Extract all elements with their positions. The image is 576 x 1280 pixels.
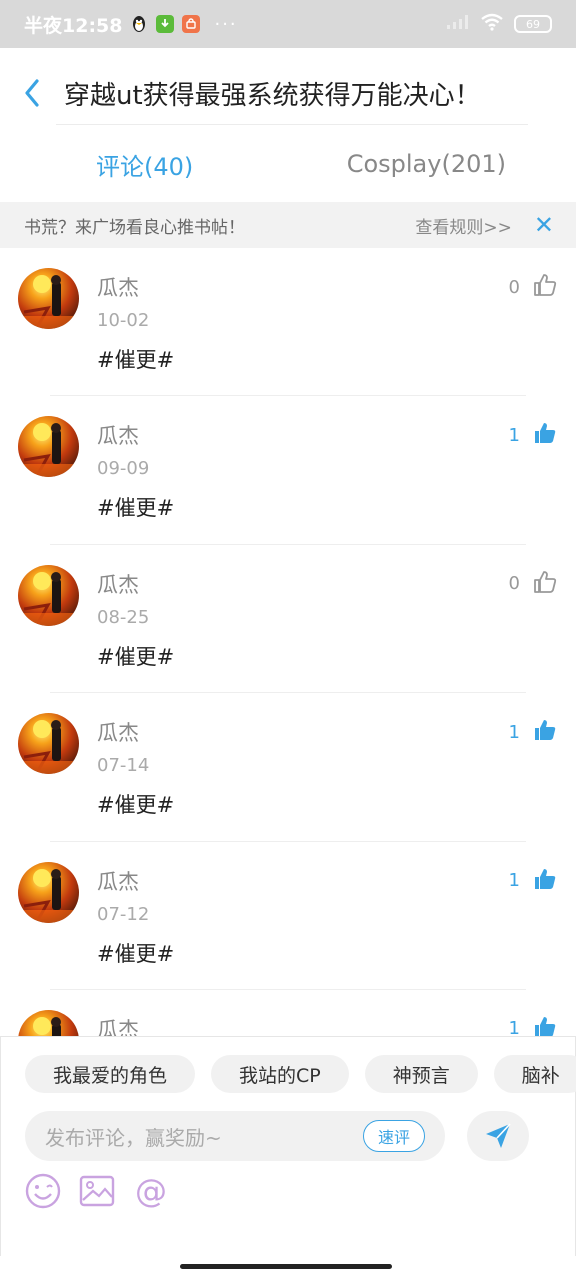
status-system-icons: 69 [446, 13, 552, 35]
thumbs-up-filled-icon [532, 717, 558, 747]
promo-banner: 书荒？来广场看良心推书帖！ 查看规则>> ✕ [0, 202, 576, 248]
comment-text: #催更# [97, 941, 175, 966]
banner-text[interactable]: 书荒？来广场看良心推书帖！ [24, 213, 245, 238]
like-button[interactable]: 1 [509, 420, 558, 450]
like-button[interactable]: 1 [509, 866, 558, 896]
shopping-app-icon [182, 15, 201, 33]
emoji-icon[interactable] [25, 1173, 61, 1209]
topic-chip[interactable]: 我站的CP [211, 1055, 349, 1093]
comment-text: #催更# [97, 496, 175, 521]
tab-comments[interactable]: 评论(40) [0, 128, 301, 200]
comment-list[interactable]: 瓜杰 10-02 #催更# 0 瓜杰 09-09 #催更# 1 瓜杰 08-25 #催更# 0 瓜杰 07… [0, 248, 576, 1038]
comment-text: #催更# [97, 644, 175, 669]
comment-text: #催更# [97, 793, 175, 818]
more-notifications-icon: ··· [214, 13, 238, 35]
comment-input[interactable]: 发布评论，赢奖励~ 速评 [25, 1111, 445, 1161]
send-button[interactable] [467, 1111, 529, 1161]
like-button[interactable]: 1 [509, 1014, 558, 1038]
like-count: 0 [508, 276, 520, 298]
topic-chip[interactable]: 我最爱的角色 [25, 1055, 196, 1093]
compose-panel: 我最爱的角色 我站的CP 神预言 脑补 发布评论，赢奖励~ 速评 @ [0, 1036, 576, 1256]
download-app-icon [156, 15, 175, 33]
like-count: 0 [508, 573, 520, 595]
avatar[interactable] [18, 861, 79, 923]
status-notification-icons: ··· [130, 14, 237, 35]
comment-date: 07-14 [97, 755, 150, 777]
topic-chip[interactable]: 神预言 [364, 1055, 478, 1093]
comment-date: 10-02 [97, 310, 150, 331]
signal-icon [446, 14, 470, 34]
back-button[interactable] [0, 48, 64, 138]
status-time: 半夜12:58 [24, 14, 123, 37]
thumbs-up-filled-icon [532, 866, 558, 896]
mention-icon[interactable]: @ [133, 1173, 169, 1209]
comment-item[interactable]: 瓜杰 1 [0, 990, 576, 1038]
thumbs-up-filled-icon [532, 420, 558, 450]
thumbs-up-filled-icon [532, 1014, 558, 1038]
like-button[interactable]: 0 [509, 569, 558, 599]
at-symbol-icon: @ [135, 1172, 167, 1210]
comment-date: 09-09 [97, 458, 150, 480]
close-icon[interactable]: ✕ [534, 213, 554, 237]
qq-penguin-icon [130, 15, 148, 33]
tab-cosplay[interactable]: Cosplay(201) [301, 128, 576, 200]
like-count: 1 [508, 870, 520, 892]
comment-item[interactable]: 瓜杰 07-14 #催更# 1 [0, 693, 576, 842]
like-button[interactable]: 1 [509, 717, 558, 747]
view-rules-link[interactable]: 查看规则>> [415, 213, 512, 238]
status-bar: 半夜12:58 ··· 69 [0, 0, 576, 48]
image-icon[interactable] [79, 1173, 115, 1209]
avatar[interactable] [18, 1009, 79, 1038]
compose-tools: @ [25, 1173, 169, 1209]
quick-review-button[interactable]: 速评 [362, 1120, 425, 1152]
comment-text: #催更# [97, 348, 175, 372]
avatar[interactable] [18, 268, 79, 329]
like-button[interactable]: 0 [509, 272, 558, 302]
header-divider [56, 124, 528, 125]
paper-plane-icon [486, 1123, 511, 1148]
wifi-icon [480, 13, 504, 35]
avatar[interactable] [18, 713, 79, 775]
comment-input-placeholder: 发布评论，赢奖励~ [45, 1125, 222, 1150]
comment-date: 08-25 [97, 606, 150, 628]
comment-item[interactable]: 瓜杰 08-25 #催更# 0 [0, 545, 576, 694]
comment-username[interactable]: 瓜杰 [97, 272, 139, 302]
comment-username[interactable]: 瓜杰 [97, 1014, 139, 1038]
tab-bar: 评论(40) Cosplay(201) [0, 128, 576, 200]
comment-date: 07-12 [97, 903, 150, 925]
comment-item[interactable]: 瓜杰 07-12 #催更# 1 [0, 842, 576, 990]
topic-chips: 我最爱的角色 我站的CP 神预言 脑补 [25, 1055, 576, 1093]
comment-username[interactable]: 瓜杰 [97, 420, 139, 450]
comment-username[interactable]: 瓜杰 [97, 569, 139, 599]
chevron-left-icon [25, 79, 39, 107]
avatar[interactable] [18, 564, 79, 626]
comment-username[interactable]: 瓜杰 [97, 866, 139, 896]
comment-item[interactable]: 瓜杰 10-02 #催更# 0 [0, 248, 576, 397]
avatar[interactable] [18, 416, 79, 478]
thumbs-up-icon [532, 569, 558, 599]
like-count: 1 [508, 424, 520, 446]
page-title: 穿越ut获得最强系统获得万能决心！ [64, 80, 481, 111]
comment-username[interactable]: 瓜杰 [97, 717, 139, 747]
thumbs-up-icon [532, 272, 558, 302]
battery-icon: 69 [514, 15, 552, 33]
topic-chip[interactable]: 脑补 [493, 1055, 576, 1093]
home-indicator[interactable] [180, 1264, 392, 1269]
comment-item[interactable]: 瓜杰 09-09 #催更# 1 [0, 396, 576, 545]
like-count: 1 [508, 721, 520, 743]
